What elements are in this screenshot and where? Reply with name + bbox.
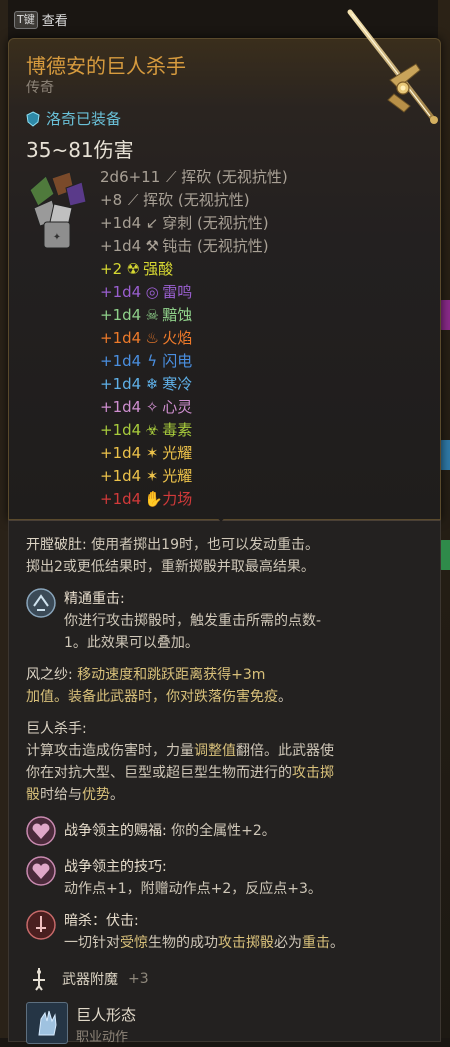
damage-row: +1d4 ✧ 心灵 <box>100 396 288 419</box>
damage-type: 强酸 <box>143 260 174 278</box>
giant-hand-icon <box>38 1010 57 1036</box>
damage-type: 挥砍 (无视抗性) <box>181 168 288 186</box>
damage-type: 毒素 <box>162 421 193 439</box>
inspect-label: 查看 <box>41 14 68 29</box>
item-name: 博德安的巨人杀手 <box>26 54 186 78</box>
damage-type: 钝击 (无视抗性) <box>162 237 269 255</box>
weapon-enchantment: 武器附魔 +3 <box>26 966 149 992</box>
damage-row: +8 ⟋ 挥砍 (无视抗性) <box>100 189 288 212</box>
damage-amount: +1d4 <box>100 490 142 508</box>
damage-type: 穿刺 (无视抗性) <box>162 214 269 232</box>
damage-type: 闪电 <box>162 352 193 370</box>
damage-amount: +2 <box>100 260 123 278</box>
damage-type: 寒冷 <box>162 375 193 393</box>
damage-amount: +1d4 <box>100 237 142 255</box>
giant-form-sub: 职业动作 <box>76 1030 129 1045</box>
poison-icon: ☣ <box>145 421 159 439</box>
slash-icon: ⟋ <box>127 191 139 209</box>
property-wind-veil: 风之纱: 移动速度和跳跃距离获得+3m 加值。装备此武器时，你对跌落伤害免疫。 <box>26 667 292 705</box>
lightning-icon: ϟ <box>147 352 158 370</box>
damage-row: +2 ☢ 强酸 <box>100 258 288 281</box>
equipped-text: 洛奇已装备 <box>46 110 122 128</box>
svg-text:✦: ✦ <box>53 232 61 243</box>
damage-type: 力场 <box>162 490 193 508</box>
feature-warlord-technique[interactable]: 战争领主的技巧: 动作点+1，附赠动作点+2，反应点+3。 <box>26 856 322 900</box>
inspect-hint[interactable]: T键 查看 <box>14 10 68 29</box>
thunder-icon: ◎ <box>145 283 159 301</box>
radiant-icon: ✶ <box>145 467 159 485</box>
critical-hit-icon <box>26 588 56 618</box>
bludgeon-icon: ⚒ <box>145 237 159 255</box>
feature-improved-critical[interactable]: 精通重击: 你进行攻击掷骰时，触发重击所需的点数- 1。此效果可以叠加。 <box>26 588 321 654</box>
damage-row: +1d4 ◎ 雷鸣 <box>100 281 288 304</box>
cold-icon: ❄ <box>145 375 159 393</box>
damage-amount: +1d4 <box>100 444 142 462</box>
damage-amount: +8 <box>100 191 123 209</box>
damage-type: 光耀 <box>162 467 193 485</box>
property-disembowel: 开膛破肚: 使用者掷出19时，也可以发动重击。 掷出2或更低结果时，重新掷骰并取… <box>26 537 319 575</box>
damage-row: +1d4 ✋力场 <box>100 488 288 511</box>
damage-type: 挥砍 (无视抗性) <box>143 191 250 209</box>
item-rarity: 传奇 <box>26 80 54 96</box>
damage-row: +1d4 ☠ 黯蚀 <box>100 304 288 327</box>
equipped-status: 洛奇已装备 <box>26 108 121 129</box>
damage-row: +1d4 ✶ 光耀 <box>100 442 288 465</box>
damage-amount: +1d4 <box>100 467 142 485</box>
damage-row: 2d6+11 ⟋ 挥砍 (无视抗性) <box>100 166 288 189</box>
fire-icon: ♨ <box>145 329 159 347</box>
damage-row: +1d4 ✶ 光耀 <box>100 465 288 488</box>
damage-row: +1d4 ↙ 穿刺 (无视抗性) <box>100 212 288 235</box>
damage-row: +1d4 ❄ 寒冷 <box>100 373 288 396</box>
damage-amount: +1d4 <box>100 398 142 416</box>
radiant-icon: ✶ <box>145 444 159 462</box>
damage-type: 火焰 <box>162 329 193 347</box>
giant-form-name: 巨人形态 <box>76 1006 137 1024</box>
sword-enchant-icon <box>33 968 45 991</box>
damage-amount: +1d4 <box>100 421 142 439</box>
dagger-ambush-icon <box>26 910 56 940</box>
damage-row: +1d4 ⚒ 钝击 (无视抗性) <box>100 235 288 258</box>
heart-technique-icon <box>26 856 56 886</box>
tooltip-notch <box>214 514 228 522</box>
acid-icon: ☢ <box>126 260 140 278</box>
damage-amount: +1d4 <box>100 352 142 370</box>
damage-range: 35~81伤害 <box>26 138 134 162</box>
damage-amount: +1d4 <box>100 306 142 324</box>
necrotic-icon: ☠ <box>145 306 159 324</box>
force-icon: ✋ <box>144 490 163 508</box>
damage-amount: +1d4 <box>100 214 142 232</box>
property-giant-slayer: 巨人杀手: 计算攻击造成伤害时，力量调整值翻倍。此武器使 你在对抗大型、巨型或超… <box>26 721 334 803</box>
damage-row: +1d4 ♨ 火焰 <box>100 327 288 350</box>
heart-blessing-icon <box>26 816 56 846</box>
background-left <box>0 0 8 1038</box>
damage-type: 心灵 <box>162 398 193 416</box>
equipped-icon <box>26 110 40 127</box>
t-key-icon: T键 <box>14 10 38 29</box>
slash-icon: ⟋ <box>166 168 177 186</box>
pierce-icon: ↙ <box>145 214 159 232</box>
damage-row: +1d4 ϟ 闪电 <box>100 350 288 373</box>
damage-amount: 2d6+11 <box>100 168 161 186</box>
dice-icon: ✦ <box>29 171 87 249</box>
feature-assassinate-ambush[interactable]: 暗杀：伏击: 一切针对受惊生物的成功攻击掷骰必为重击。 <box>26 910 344 954</box>
damage-amount: +1d4 <box>100 375 142 393</box>
greatsword-icon <box>347 9 438 124</box>
damage-type: 雷鸣 <box>162 283 193 301</box>
psychic-icon: ✧ <box>145 398 159 416</box>
damage-type: 黯蚀 <box>162 306 193 324</box>
damage-type: 光耀 <box>162 444 193 462</box>
damage-amount: +1d4 <box>100 283 142 301</box>
damage-amount: +1d4 <box>100 329 142 347</box>
damage-list: 2d6+11 ⟋ 挥砍 (无视抗性) +8 ⟋ 挥砍 (无视抗性) +1d4 ↙ 穿刺 (无视抗… <box>100 166 288 511</box>
damage-row: +1d4 ☣ 毒素 <box>100 419 288 442</box>
feature-warlord-blessing[interactable]: 战争领主的赐福: 你的全属性+2。 <box>26 816 276 846</box>
